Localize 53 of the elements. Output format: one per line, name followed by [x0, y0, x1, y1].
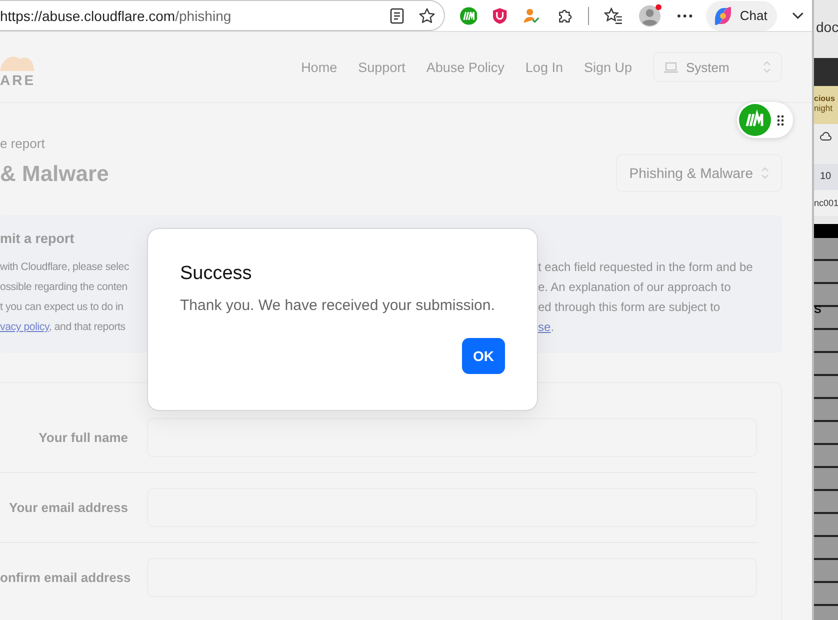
notice-text: se. [538, 320, 554, 334]
field-label: Your full name [38, 430, 128, 445]
ok-button[interactable]: OK [462, 338, 505, 374]
field-label: Your email address [8, 500, 128, 515]
extension-icon [739, 104, 771, 136]
favorites-icon[interactable] [604, 6, 624, 24]
nav-link[interactable]: Abuse Policy [426, 60, 504, 74]
notice-text: t each field requested in the form and be [538, 260, 753, 274]
person-check-icon[interactable] [523, 6, 541, 24]
notice-text: t you can expect us to do in [0, 301, 124, 313]
nav-link[interactable]: Support [358, 60, 406, 74]
policy-link[interactable]: se [538, 320, 551, 334]
window-text: S [814, 304, 822, 316]
report-type-select[interactable]: Phishing & Malware [616, 154, 782, 192]
dialog-message: Thank you. We have received your submission. [180, 297, 496, 314]
reader-icon[interactable] [390, 8, 404, 24]
avatar-icon[interactable] [638, 4, 662, 28]
chevron-down-icon[interactable] [792, 12, 804, 20]
window-text: nc001 [814, 190, 838, 216]
notice-text: e. An explanation of our approach to [538, 280, 731, 294]
url-text: https://abuse.cloudflare.com/phishing [0, 8, 232, 24]
nav-link[interactable]: Log In [525, 60, 563, 74]
notice-text: ed through this form are subject to [538, 300, 720, 314]
nav-link[interactable]: Home [301, 60, 338, 74]
notice-text: vacy policy, and that reports [0, 321, 126, 333]
field-label: onfirm email address [0, 570, 128, 585]
updown-chevron-icon [761, 166, 769, 180]
header-bar [814, 224, 838, 238]
logo-drawing: ARE [0, 51, 36, 87]
notice-heading: mit a report [0, 231, 76, 246]
cloud-icon [820, 132, 832, 141]
window-text: 10 [814, 164, 838, 190]
window-text: night [814, 103, 834, 113]
chat-button[interactable]: Chat [706, 0, 778, 30]
dialog-title: Success [180, 263, 253, 285]
extension-icon[interactable] [460, 6, 478, 24]
more-icon[interactable] [677, 14, 693, 18]
shield-icon[interactable] [492, 6, 508, 24]
updown-chevron-icon [763, 60, 771, 74]
page-title: & Malware [0, 161, 109, 187]
breadcrumb: e report [0, 136, 46, 151]
theme-select[interactable]: System [653, 52, 782, 82]
address-bar[interactable]: https://abuse.cloudflare.com/phishing [0, 0, 445, 31]
window-text: cious [814, 94, 836, 103]
window-text: doc [816, 18, 838, 37]
star-icon[interactable] [418, 6, 436, 24]
drag-handle-icon[interactable] [777, 114, 784, 126]
notice-text: ossible regarding the conten [0, 281, 128, 293]
nav-link[interactable]: Sign Up [584, 60, 632, 74]
notice-text: with Cloudflare, please selec [0, 261, 130, 273]
window-title-bar [814, 58, 838, 86]
privacy-link[interactable]: vacy policy [0, 321, 49, 333]
laptop-icon [664, 62, 678, 72]
